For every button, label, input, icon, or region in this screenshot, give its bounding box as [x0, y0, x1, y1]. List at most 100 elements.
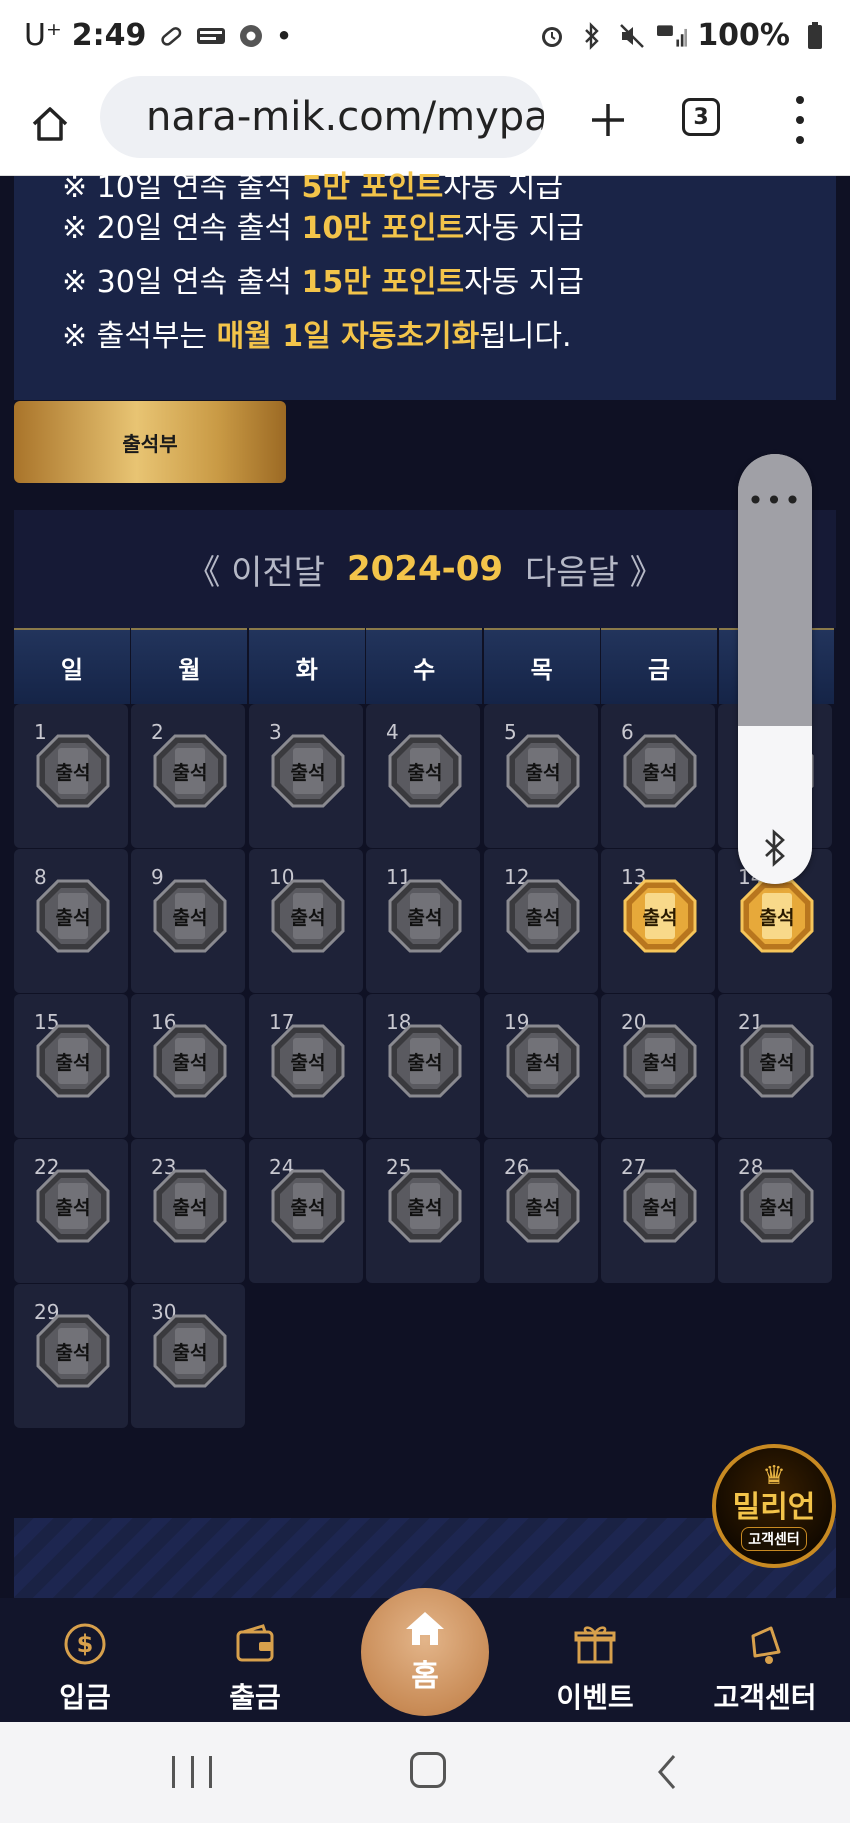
calendar-day-cell: 20 출석	[601, 994, 715, 1138]
attendance-stamp-icon: 출석	[623, 1024, 697, 1098]
calendar-day-cell: 6 출석	[601, 704, 715, 848]
stamp-label: 출석	[172, 1197, 208, 1219]
nav-deposit[interactable]: $ 입금	[10, 1598, 160, 1722]
attendance-stamp-icon: 출석	[506, 1024, 580, 1098]
nav-withdraw[interactable]: 출금	[180, 1598, 330, 1722]
current-month: 2024-09	[346, 549, 504, 589]
new-tab-button[interactable]	[580, 92, 636, 148]
nav-support[interactable]: 고객센터	[690, 1598, 840, 1722]
notification-dot: •	[276, 21, 292, 50]
support-brand: 밀리언	[732, 1490, 816, 1525]
attendance-rules-panel: ※ 10일 연속 출석 5만 포인트자동 지급 ※ 20일 연속 출석 10만 …	[14, 170, 836, 400]
5g-signal-icon	[657, 21, 688, 51]
calendar-day-cell: 12 출석	[484, 849, 598, 993]
screen: U⁺ 2:49 • 100% nara-mik.com/mypa 3 ※ 10일…	[0, 0, 850, 1823]
calendar-day-cell: 28 출석	[718, 1139, 832, 1283]
calendar-day-cell: 17 출석	[249, 994, 363, 1138]
back-icon[interactable]	[654, 1752, 678, 1792]
attendance-stamp-icon: 출석	[388, 1024, 462, 1098]
attendance-stamp-icon: 출석	[506, 1169, 580, 1243]
calendar-day-cell: 27 출석	[601, 1139, 715, 1283]
attendance-stamp-icon: 출석	[623, 734, 697, 808]
home-button[interactable]: 홈	[361, 1588, 489, 1716]
alarm-icon	[537, 21, 567, 51]
stamp-label: 출석	[55, 1342, 91, 1364]
attendance-stamp-icon: 출석	[36, 1314, 110, 1388]
stamp-label: 출석	[525, 907, 561, 929]
tab-switcher-button[interactable]: 3	[682, 98, 720, 136]
weekday-header: 금	[601, 628, 718, 704]
bell-icon	[741, 1620, 789, 1668]
support-label: 고객센터	[741, 1527, 807, 1551]
calendar-day-cell: 15 출석	[14, 994, 128, 1138]
pill-icon	[156, 21, 186, 51]
crown-icon: ♛	[762, 1461, 786, 1491]
calendar-day-cell: 8 출석	[14, 849, 128, 993]
next-month-button[interactable]: 다음달 》	[525, 545, 664, 594]
svg-text:$: $	[77, 1630, 94, 1658]
stamp-label: 출석	[290, 907, 326, 929]
calendar-day-cell: 5 출석	[484, 704, 598, 848]
calendar-day-cell: 25 출석	[366, 1139, 480, 1283]
more-menu-button[interactable]	[780, 90, 820, 150]
nav-event[interactable]: 이벤트	[520, 1598, 670, 1722]
recents-button[interactable]	[172, 1756, 212, 1790]
attendance-stamp-icon: 출석	[271, 1024, 345, 1098]
wallet-icon	[231, 1620, 279, 1668]
stamp-label: 출석	[172, 762, 208, 784]
prev-month-button[interactable]: 《 이전달	[186, 545, 325, 594]
mute-icon	[617, 21, 647, 51]
attendance-stamp-icon: 출석	[153, 1024, 227, 1098]
stamp-label: 출석	[642, 762, 678, 784]
calendar-day-cell: 19 출석	[484, 994, 598, 1138]
panel-more-dots[interactable]: •••	[738, 484, 812, 517]
stamp-label: 출석	[407, 907, 443, 929]
weekday-header: 목	[483, 628, 600, 704]
carrier-label: U⁺	[24, 18, 62, 53]
calendar-day-cell: 26 출석	[484, 1139, 598, 1283]
coin-icon: $	[61, 1620, 109, 1668]
attendance-stamp-icon: 출석	[623, 1169, 697, 1243]
calendar-day-cell: 2 출석	[131, 704, 245, 848]
bluetooth-icon[interactable]	[759, 828, 791, 868]
stamp-label: 출석	[55, 907, 91, 929]
attendance-stamp-icon: 출석	[36, 1169, 110, 1243]
attendance-stamp-icon: 출석	[153, 1169, 227, 1243]
bluetooth-icon	[577, 21, 607, 51]
attendance-stamp-icon: 출석	[271, 734, 345, 808]
customer-support-badge[interactable]: ♛ 밀리언 고객센터	[712, 1444, 836, 1568]
weekday-header: 화	[248, 628, 365, 704]
stamp-label: 출석	[172, 1052, 208, 1074]
attendance-stamp-gold-icon: 출석	[740, 879, 814, 953]
attendance-stamp-icon: 출석	[271, 1169, 345, 1243]
attendance-stamp-icon: 출석	[740, 1169, 814, 1243]
calendar-day-cell: 16 출석	[131, 994, 245, 1138]
weekday-header: 수	[366, 628, 483, 704]
attendance-stamp-icon: 출석	[506, 879, 580, 953]
stamp-label: 출석	[525, 762, 561, 784]
stamp-label: 출석	[407, 1197, 443, 1219]
footer-strip	[14, 1518, 836, 1598]
clock: 2:49	[71, 18, 147, 53]
calendar-day-cell: 30 출석	[131, 1284, 245, 1428]
weekday-header: 일	[14, 628, 130, 704]
stamp-label: 출석	[642, 907, 678, 929]
notice-line-30-day: ※ 30일 연속 출석 15만 포인트자동 지급	[62, 265, 584, 300]
attendance-stamp-icon: 출석	[388, 879, 462, 953]
attendance-calendar: 《 이전달 2024-09 다음달 》 일월화수목금토 1출석2출석3출석4출석…	[14, 510, 836, 1440]
attendance-stamp-gold-icon: 출석	[623, 879, 697, 953]
volume-panel[interactable]: •••	[738, 454, 812, 884]
browser-home-button[interactable]	[22, 96, 78, 152]
stamp-label: 출석	[407, 1052, 443, 1074]
address-bar[interactable]: nara-mik.com/mypa	[100, 76, 544, 158]
attendance-stamp-icon: 출석	[36, 734, 110, 808]
weekday-row: 일월화수목금토	[14, 628, 836, 704]
stamp-label: 출석	[642, 1052, 678, 1074]
system-home-button[interactable]	[410, 1752, 446, 1788]
status-bar: U⁺ 2:49 • 100%	[0, 0, 850, 76]
attendance-stamp-icon: 출석	[388, 1169, 462, 1243]
calendar-day-cell: 23 출석	[131, 1139, 245, 1283]
attendance-book-button[interactable]: 출석부	[14, 401, 286, 483]
stamp-label: 출석	[172, 1342, 208, 1364]
calendar-day-cell: 11 출석	[366, 849, 480, 993]
